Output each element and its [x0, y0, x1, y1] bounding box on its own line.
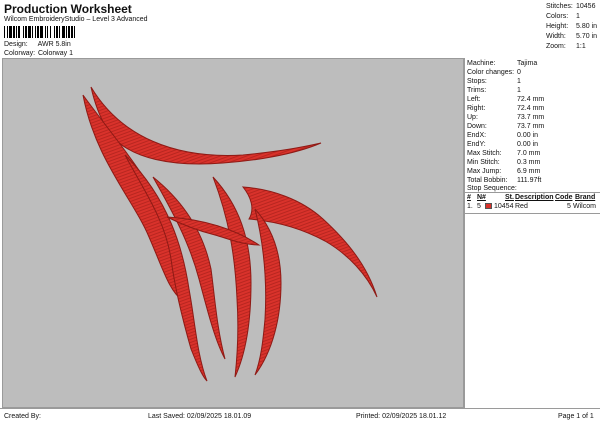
design-label: Design:	[4, 41, 28, 48]
col-brand: Brand	[575, 194, 596, 201]
col-n: N#	[477, 194, 486, 201]
info-down: Down: 73.7 mm	[467, 123, 545, 130]
info-max-stitch: Max Stitch: 7.0 mm	[467, 150, 541, 157]
info-stops: Stops: 1	[467, 78, 521, 85]
design-value: AWR 5.8in	[37, 41, 71, 48]
design-row: Design: AWR 5.8in	[4, 41, 71, 48]
stop-sequence-title: Stop Sequence:	[467, 185, 517, 192]
info-endy: EndY: 0.00 in	[467, 141, 539, 148]
software-subtitle: Wilcom EmbroideryStudio – Level 3 Advanc…	[4, 16, 148, 23]
last-saved: Last Saved: 02/09/2025 18.01.09	[148, 413, 252, 420]
info-left: Left: 72.4 mm	[467, 96, 545, 103]
info-up: Up: 73.7 mm	[467, 114, 545, 121]
stop-table-header: # N# St. Description Code Brand	[465, 194, 600, 203]
printed-date: Printed: 02/09/2025 18.01.12	[356, 413, 447, 420]
stop-sequence-table: # N# St. Description Code Brand 1. 5 104…	[465, 194, 600, 212]
stat-width: Width: 5.70 in	[546, 33, 598, 40]
info-min-stitch: Min Stitch: 0.3 mm	[467, 159, 541, 166]
stop-divider	[465, 192, 600, 193]
page-title: Production Worksheet	[4, 2, 132, 16]
barcode	[4, 26, 75, 38]
info-max-jump: Max Jump: 6.9 mm	[467, 168, 541, 175]
col-st: St.	[505, 194, 514, 201]
info-color-changes: Color changes: 0	[467, 69, 521, 76]
page-number: Page 1 of 1	[558, 413, 594, 420]
col-code: Code	[555, 194, 573, 201]
stop-table-divider	[465, 213, 600, 214]
design-stats: Stitches: 10456 Colors: 1 Height: 5.80 in W…	[546, 2, 597, 52]
stat-zoom: Zoom: 1:1	[546, 43, 586, 50]
created-by: Created By:	[4, 413, 41, 420]
info-endx: EndX: 0.00 in	[467, 132, 539, 139]
stat-height: Height: 5.80 in	[546, 23, 598, 30]
embroidery-design-image	[82, 86, 378, 382]
colorway-value: Colorway 1	[37, 50, 73, 57]
info-trims: Trims: 1	[467, 87, 521, 94]
info-panel: Machine: Tajima Color changes: 0 Stops: 1 T…	[464, 58, 600, 408]
thread-color-swatch	[485, 203, 492, 209]
stat-stitches: Stitches: 10456	[546, 3, 596, 10]
colorway-row: Colorway: Colorway 1	[4, 50, 73, 57]
col-description: Description	[515, 194, 554, 201]
colorway-label: Colorway:	[4, 50, 36, 57]
stat-colors: Colors: 1	[546, 13, 580, 20]
info-right: Right: 72.4 mm	[467, 105, 545, 112]
design-preview	[2, 58, 464, 408]
stop-row: 1. 5 10454 Red 5 Wilcom	[467, 203, 596, 210]
info-machine: Machine: Tajima	[467, 60, 538, 67]
page-footer: Created By: Last Saved: 02/09/2025 18.01…	[0, 408, 600, 425]
info-total-bobbin: Total Bobbin: 111.97ft	[467, 177, 542, 184]
col-num: #	[467, 194, 471, 201]
